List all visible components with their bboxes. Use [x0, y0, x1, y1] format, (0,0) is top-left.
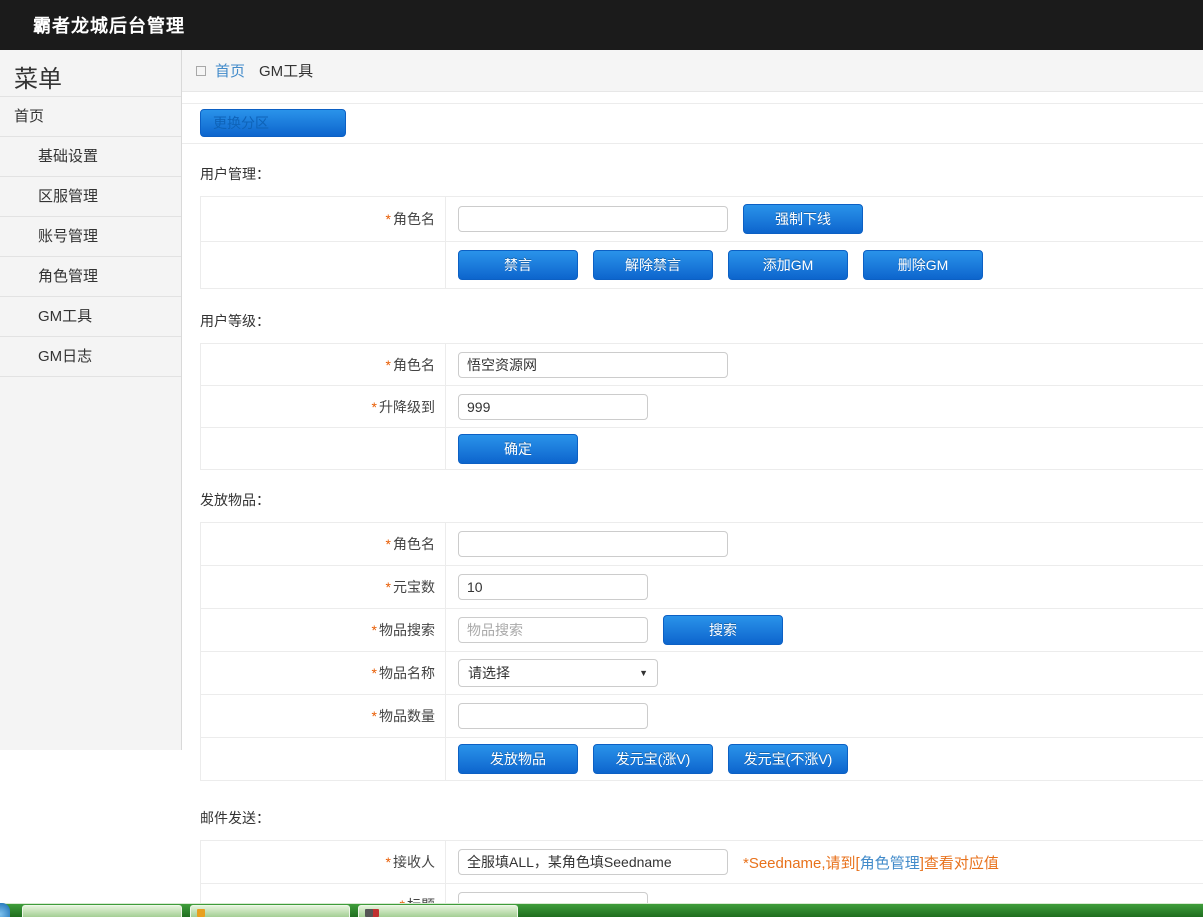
unmute-button[interactable]: 解除禁言 [593, 250, 713, 280]
form-row: * 元宝数 [201, 566, 1203, 609]
top-header-bar: 霸者龙城后台管理 [0, 0, 1203, 50]
sidebar-item-basic-settings[interactable]: 基础设置 [0, 137, 181, 177]
breadcrumb-home-link[interactable]: 首页 [215, 60, 245, 81]
app-window-icon [365, 909, 373, 917]
delete-gm-button[interactable]: 删除GM [863, 250, 983, 280]
empty-label-cell [201, 738, 446, 780]
form-row: * 角色名 [201, 344, 1203, 386]
content: 更换分区 用户管理： * 角色名 强制下线 [182, 103, 1203, 917]
level-to-input[interactable] [458, 394, 648, 420]
yuanbao-count-input[interactable] [458, 574, 648, 600]
breadcrumb-box-icon [196, 66, 206, 76]
taskbar-button-3[interactable] [358, 905, 518, 917]
give-items-form: * 角色名 * 元宝数 [200, 522, 1203, 781]
form-row: * 角色名 [201, 523, 1203, 566]
item-count-label: * 物品数量 [201, 695, 446, 737]
receiver-input[interactable] [458, 849, 728, 875]
um-role-name-input[interactable] [458, 206, 728, 232]
add-gm-button[interactable]: 添加GM [728, 250, 848, 280]
sidebar-title: 菜单 [0, 50, 181, 97]
empty-label-cell [201, 242, 446, 288]
role-manage-hint-link[interactable]: 角色管理 [860, 855, 920, 872]
section-title-user-level: 用户等级： [200, 311, 1203, 331]
give-yuanbao-vip-button[interactable]: 发元宝(涨V) [593, 744, 713, 774]
item-search-label: * 物品搜索 [201, 609, 446, 651]
sidebar-item-home[interactable]: 首页 [0, 97, 181, 137]
role-name-label: * 角色名 [201, 344, 446, 385]
force-offline-button[interactable]: 强制下线 [743, 204, 863, 234]
give-items-button[interactable]: 发放物品 [458, 744, 578, 774]
search-button[interactable]: 搜索 [663, 615, 783, 645]
form-row: 确定 [201, 428, 1203, 470]
confirm-button[interactable]: 确定 [458, 434, 578, 464]
level-to-label: * 升降级到 [201, 386, 446, 427]
os-taskbar [0, 903, 1203, 917]
chevron-down-icon: ▼ [639, 668, 648, 678]
seedname-hint: *Seedname,请到[角色管理]查看对应值 [743, 852, 999, 873]
form-row: * 物品搜索 搜索 [201, 609, 1203, 652]
give-yuanbao-novip-button[interactable]: 发元宝(不涨V) [728, 744, 848, 774]
form-row: * 角色名 强制下线 [201, 197, 1203, 242]
change-partition-button[interactable]: 更换分区 [200, 109, 346, 137]
app-title: 霸者龙城后台管理 [33, 12, 185, 38]
form-row: * 升降级到 [201, 386, 1203, 428]
start-orb-icon[interactable] [0, 903, 10, 917]
breadcrumb: 首页 GM工具 [182, 50, 1203, 92]
form-row: 发放物品 发元宝(涨V) 发元宝(不涨V) [201, 738, 1203, 781]
empty-label-cell [201, 428, 446, 469]
sidebar: 菜单 首页 基础设置 区服管理 账号管理 角色管理 GM工具 GM日志 [0, 50, 182, 750]
item-name-select-value: 请选择 [468, 663, 510, 683]
partition-toolbar: 更换分区 [182, 103, 1203, 144]
sidebar-item-role-manage[interactable]: 角色管理 [0, 257, 181, 297]
sidebar-item-account-manage[interactable]: 账号管理 [0, 217, 181, 257]
form-row: * 接收人 *Seedname,请到[角色管理]查看对应值 [201, 841, 1203, 884]
required-mark: * [386, 211, 391, 227]
taskbar-button-1[interactable] [22, 905, 182, 917]
form-row: * 物品名称 请选择 ▼ [201, 652, 1203, 695]
form-row: * 物品数量 [201, 695, 1203, 738]
role-name-label: * 角色名 [201, 523, 446, 565]
folder-icon [197, 909, 205, 917]
ul-role-name-input[interactable] [458, 352, 728, 378]
section-title-give-items: 发放物品： [200, 490, 1203, 510]
section-title-user-manage: 用户管理： [200, 164, 1203, 184]
main-area: 首页 GM工具 更换分区 用户管理： * 角色名 强制下线 [182, 50, 1203, 917]
taskbar-button-2[interactable] [190, 905, 350, 917]
mute-button[interactable]: 禁言 [458, 250, 578, 280]
user-level-form: * 角色名 * 升降级到 [200, 343, 1203, 470]
sidebar-item-gm-logs[interactable]: GM日志 [0, 337, 181, 377]
role-name-label: * 角色名 [201, 197, 446, 241]
item-count-input[interactable] [458, 703, 648, 729]
gi-role-name-input[interactable] [458, 531, 728, 557]
item-name-label: * 物品名称 [201, 652, 446, 694]
breadcrumb-current: GM工具 [259, 60, 313, 81]
yuanbao-count-label: * 元宝数 [201, 566, 446, 608]
item-search-input[interactable] [458, 617, 648, 643]
sidebar-item-server-manage[interactable]: 区服管理 [0, 177, 181, 217]
user-manage-form: * 角色名 强制下线 禁言 解除禁言 添加GM 删除GM [200, 196, 1203, 289]
section-title-mail: 邮件发送： [200, 808, 1203, 828]
item-name-select[interactable]: 请选择 ▼ [458, 659, 658, 687]
sidebar-item-gm-tools[interactable]: GM工具 [0, 297, 181, 337]
receiver-label: * 接收人 [201, 841, 446, 883]
form-row: 禁言 解除禁言 添加GM 删除GM [201, 242, 1203, 289]
